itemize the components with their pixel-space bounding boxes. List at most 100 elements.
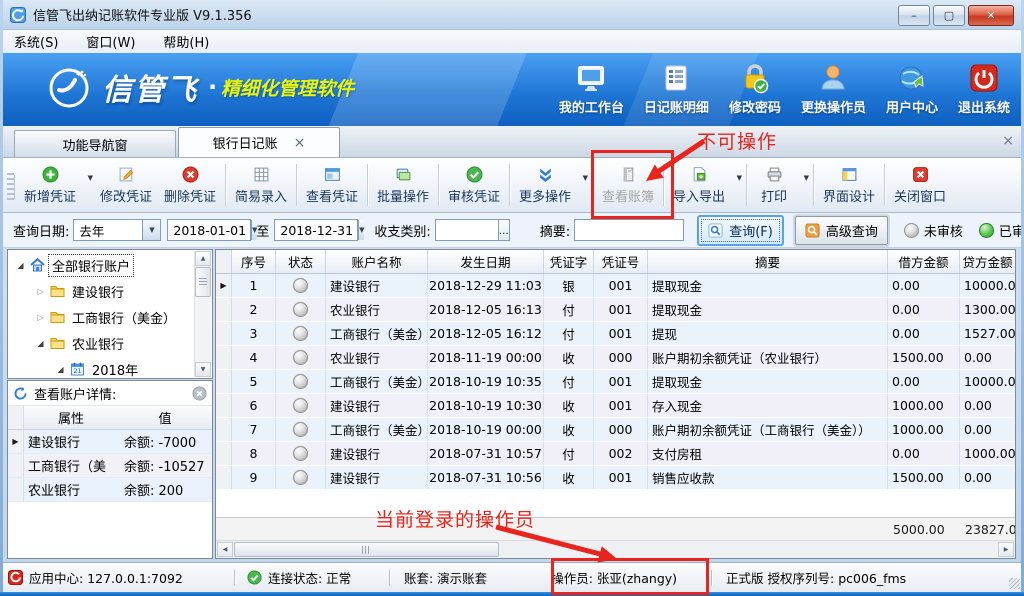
grid-header-cell[interactable]: 发生日期	[428, 250, 544, 273]
resize-grip[interactable]	[1009, 578, 1020, 589]
refresh-icon[interactable]	[13, 386, 28, 401]
ui-design-button[interactable]: 界面设计	[817, 162, 881, 208]
table-row[interactable]: 9建设银行2018-07-31 10:56收001销售应收款1500.000.0…	[216, 466, 1015, 490]
audit-voucher-button[interactable]: 审核凭证	[442, 162, 506, 208]
horizontal-scrollbar-thumb[interactable]	[234, 542, 499, 557]
table-row[interactable]: 5工商银行（美金）2018-10-19 10:35付001提取现金0.00100…	[216, 370, 1015, 394]
grid-header-cell[interactable]: 贷方金额	[960, 250, 1016, 273]
chevron-down-icon[interactable]: ▼	[142, 220, 160, 240]
more-actions-button[interactable]: 更多操作▼	[513, 162, 589, 208]
change-password-button[interactable]: 修改密码	[729, 60, 781, 116]
minimize-button[interactable]: –	[898, 5, 930, 26]
tabbar-close-icon[interactable]: ×	[1002, 133, 1014, 149]
scroll-up-icon[interactable]: ▲	[195, 251, 211, 266]
scroll-left-icon[interactable]: ◀	[217, 542, 233, 557]
collapsed-marker-icon[interactable]: ▷	[33, 287, 48, 296]
details-header-row: 属性值	[8, 406, 212, 430]
grid-header-cell[interactable]: 账户名称	[326, 250, 428, 273]
table-row[interactable]: 4农业银行2018-11-19 00:00收000账户期初余额凭证（农业银行）1…	[216, 346, 1015, 370]
my-workbench-button[interactable]: 我的工作台	[559, 60, 624, 116]
menu-item[interactable]: 窗口(W)	[86, 32, 135, 51]
grid-header-selector[interactable]	[216, 250, 232, 273]
details-row[interactable]: 工商银行（美余额: -10527	[8, 454, 212, 478]
query-button[interactable]: 查询(F)	[697, 215, 784, 246]
details-col-value: 值	[118, 408, 212, 427]
simple-entry-button[interactable]: 简易录入	[229, 162, 293, 208]
dropdown-arrow-icon[interactable]: ▼	[804, 174, 809, 182]
journal-grid: 序号状态账户名称发生日期凭证字凭证号摘要借方金额贷方金额 ▶1建设银行2018-…	[215, 249, 1016, 559]
unaudited-status-icon	[293, 374, 308, 389]
collapsed-marker-icon[interactable]: ▷	[33, 313, 48, 322]
folder-icon	[49, 335, 66, 351]
dropdown-arrow-icon[interactable]: ▼	[88, 174, 93, 182]
tree-scrollbar[interactable]: ▲ ▼	[194, 251, 211, 377]
tree-item-label: 农业银行	[69, 333, 127, 354]
horizontal-scrollbar[interactable]: ◀ ▶	[216, 540, 1015, 558]
grid-header-cell[interactable]: 凭证字	[544, 250, 594, 273]
grid-header-cell[interactable]: 状态	[276, 250, 326, 273]
switch-operator-button[interactable]: 更换操作员	[801, 60, 866, 116]
dropdown-arrow-icon[interactable]: ▼	[737, 174, 742, 182]
tab-close-icon[interactable]: ×	[294, 136, 306, 150]
close-window-button[interactable]: 关闭窗口	[888, 162, 952, 208]
expanded-marker-icon[interactable]: ◢	[53, 365, 68, 374]
tree-item[interactable]: ▷工商银行（美金）	[9, 304, 195, 330]
dropdown-arrow-icon[interactable]: ▼	[583, 174, 588, 182]
grid-header-cell[interactable]: 凭证号	[594, 250, 648, 273]
category-input[interactable]	[435, 219, 499, 241]
advanced-query-button[interactable]: 高级查询	[795, 216, 888, 245]
delete-voucher-button[interactable]: 删除凭证	[158, 162, 222, 208]
tree-scrollbar-thumb[interactable]	[195, 267, 211, 297]
change-password-lock-icon	[739, 60, 771, 94]
grid-header-cell[interactable]: 借方金额	[888, 250, 960, 273]
expanded-marker-icon[interactable]: ◢	[13, 261, 28, 270]
chevron-down-icon[interactable]: ▼	[358, 220, 364, 240]
scroll-down-icon[interactable]: ▼	[195, 362, 211, 377]
import-export-button[interactable]: 导入导出▼	[667, 162, 743, 208]
summary-input[interactable]	[574, 219, 684, 241]
cell-no: 6	[232, 394, 276, 417]
table-row[interactable]: 6建设银行2018-10-19 10:30收001存入现金1000.000.00	[216, 394, 1015, 418]
scroll-right-icon[interactable]: ▶	[998, 542, 1014, 557]
menu-item[interactable]: 帮助(H)	[163, 32, 209, 51]
table-row[interactable]: 8建设银行2018-07-31 10:57付002支付房租0.001000.00	[216, 442, 1015, 466]
date-preset-select[interactable]: 去年 ▼	[73, 219, 161, 241]
table-row[interactable]: ▶1建设银行2018-12-29 11:03银001提取现金0.0010000.…	[216, 274, 1015, 298]
expanded-marker-icon[interactable]: ◢	[33, 339, 48, 348]
maximize-button[interactable]: ▢	[933, 5, 965, 26]
tree-item[interactable]: ◢212018年	[9, 356, 195, 377]
print-icon	[766, 166, 783, 183]
batch-operation-button[interactable]: 批量操作	[371, 162, 435, 208]
close-panel-icon[interactable]	[192, 386, 207, 401]
table-row[interactable]: 3工商银行（美金）2018-12-05 16:12付001提现0.001527.…	[216, 322, 1015, 346]
user-center-button[interactable]: 用户中心	[886, 60, 938, 116]
toolbar-grip[interactable]	[7, 173, 14, 201]
exit-system-button[interactable]: 退出系统	[958, 60, 1010, 116]
journal-detail-button[interactable]: 日记账明细	[644, 60, 709, 116]
details-row[interactable]: ▶建设银行余额: -7000	[8, 430, 212, 454]
edit-voucher-button[interactable]: 修改凭证	[94, 162, 158, 208]
unaudited-status-icon	[293, 350, 308, 365]
add-voucher-button[interactable]: 新增凭证▼	[18, 162, 94, 208]
tree-item[interactable]: ◢全部银行账户	[9, 252, 195, 278]
menu-item[interactable]: 系统(S)	[14, 32, 58, 51]
close-button[interactable]: ✕	[968, 5, 1014, 26]
print-button[interactable]: 打印▼	[750, 162, 810, 208]
tab-bank-journal[interactable]: 银行日记账×	[178, 127, 340, 157]
tree-item[interactable]: ▷ 建设银行	[9, 278, 195, 304]
date-to-select[interactable]: 2018-12-31 ▼	[274, 219, 358, 241]
date-from-select[interactable]: 2018-01-01 ▼	[167, 219, 251, 241]
table-row[interactable]: 2农业银行2018-12-05 16:13付001提取现金0.001300.00	[216, 298, 1015, 322]
details-row[interactable]: 农业银行余额: 200	[8, 478, 212, 502]
grid-header-cell[interactable]: 序号	[232, 250, 276, 273]
view-voucher-button[interactable]: 查看凭证	[300, 162, 364, 208]
tree-item[interactable]: ◢ 农业银行	[9, 330, 195, 356]
cell-date: 2018-12-05 16:12	[428, 322, 544, 345]
toolbar-separator	[438, 164, 439, 206]
tree-item-label: 建设银行	[69, 281, 127, 302]
table-row[interactable]: 7工商银行（美金）2018-10-19 00:00收000账户期初余额凭证（工商…	[216, 418, 1015, 442]
category-picker-button[interactable]: …	[499, 219, 510, 241]
tab-bar: 功能导航窗银行日记账××	[0, 126, 1024, 158]
tab-function-nav[interactable]: 功能导航窗	[14, 130, 176, 157]
grid-header-cell[interactable]: 摘要	[648, 250, 888, 273]
